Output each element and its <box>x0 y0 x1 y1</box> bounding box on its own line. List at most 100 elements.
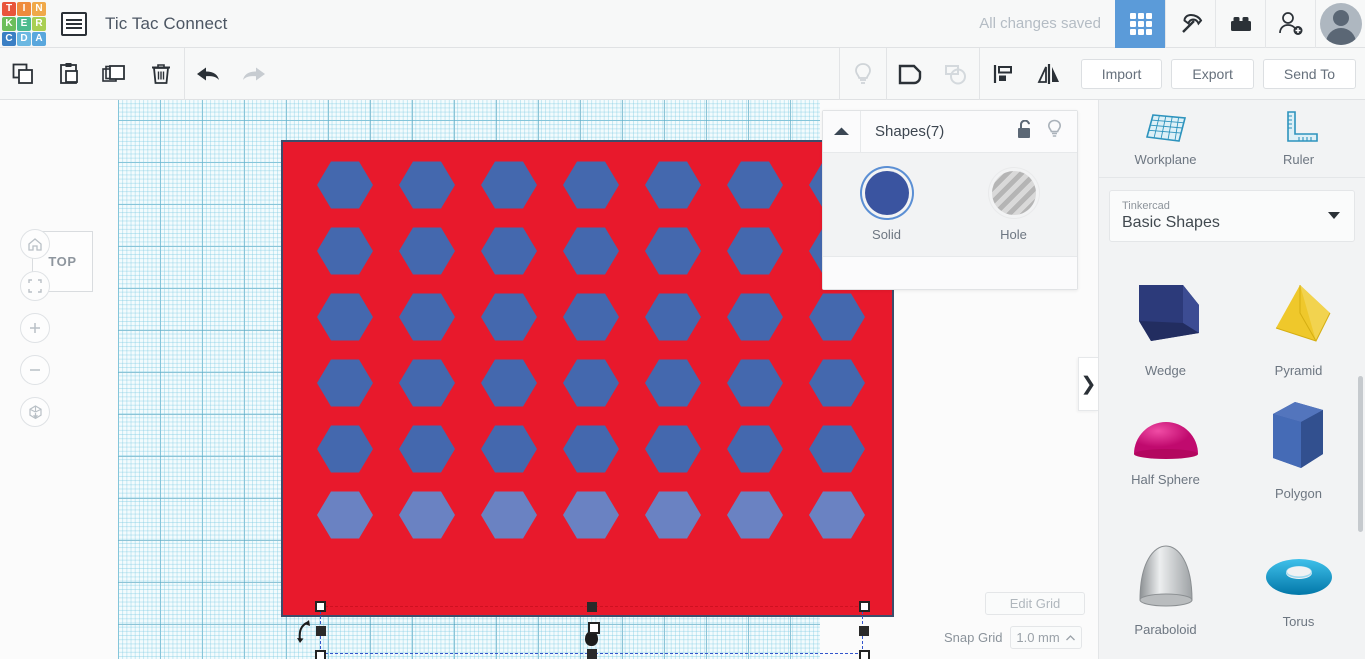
hexagon-cell[interactable] <box>399 160 455 210</box>
hexagon-cell[interactable] <box>563 358 619 408</box>
hexagon-cell[interactable] <box>399 358 455 408</box>
hexagon-cell[interactable] <box>727 226 783 276</box>
hexagon-cell[interactable] <box>399 292 455 342</box>
shape-polygon[interactable]: Polygon <box>1232 378 1365 518</box>
ruler-tool[interactable]: Ruler <box>1232 100 1365 177</box>
hexagon-cell[interactable] <box>317 424 373 474</box>
list-icon[interactable] <box>61 12 87 36</box>
hexagon-cell[interactable] <box>727 424 783 474</box>
apps-grid-icon[interactable] <box>1115 0 1165 48</box>
hexagon-cell[interactable] <box>563 160 619 210</box>
hexagon-cell[interactable] <box>645 424 701 474</box>
undo-icon[interactable] <box>185 48 231 100</box>
export-button[interactable]: Export <box>1171 59 1253 89</box>
chevron-up-icon <box>1066 635 1075 641</box>
red-board[interactable] <box>281 140 894 617</box>
avatar[interactable] <box>1315 0 1365 48</box>
shape-paraboloid[interactable]: Paraboloid <box>1099 518 1232 658</box>
hexagon-cell[interactable] <box>645 292 701 342</box>
duplicate-icon[interactable] <box>92 48 138 100</box>
zoom-out-icon[interactable] <box>20 355 50 385</box>
hexagon-cell[interactable] <box>317 358 373 408</box>
hexagon-cell[interactable] <box>399 226 455 276</box>
delete-icon[interactable] <box>138 48 184 100</box>
zoom-in-icon[interactable] <box>20 313 50 343</box>
hexagon-cell[interactable] <box>481 292 537 342</box>
collapse-triangle-icon[interactable] <box>823 111 861 153</box>
height-handle-square[interactable] <box>588 622 600 634</box>
hexagon-cell[interactable] <box>481 424 537 474</box>
hexagon-cell[interactable] <box>727 292 783 342</box>
ungroup-icon[interactable] <box>933 48 979 100</box>
hexagon-cell[interactable] <box>563 424 619 474</box>
tinkercad-logo[interactable]: TINKERCDA <box>1 1 47 47</box>
shape-library-scrollbar[interactable] <box>1358 376 1363 532</box>
hexagon-cell[interactable] <box>563 226 619 276</box>
resize-handle-right-mid[interactable] <box>859 626 869 636</box>
history-tools <box>185 48 277 100</box>
lightbulb-icon[interactable] <box>840 48 886 100</box>
top-bar: TINKERCDA Tic Tac Connect All changes sa… <box>0 0 1365 48</box>
fit-to-view-icon[interactable] <box>20 271 50 301</box>
align-icon[interactable] <box>980 48 1026 100</box>
solid-swatch[interactable]: Solid <box>842 171 932 242</box>
redo-icon[interactable] <box>231 48 277 100</box>
shape-half-sphere[interactable]: Half Sphere <box>1099 378 1232 518</box>
resize-handle-bottom-left[interactable] <box>315 650 326 659</box>
shape-torus[interactable]: Torus <box>1232 518 1365 658</box>
paste-icon[interactable] <box>46 48 92 100</box>
workplane-tool[interactable]: Workplane <box>1099 100 1232 177</box>
shape-pyramid[interactable]: Pyramid <box>1232 260 1365 378</box>
unlock-icon[interactable] <box>1017 120 1034 144</box>
lightbulb-icon[interactable] <box>1046 119 1063 144</box>
hexagon-cell[interactable] <box>481 226 537 276</box>
hexagon-cell[interactable] <box>317 160 373 210</box>
edit-grid-button[interactable]: Edit Grid <box>985 592 1085 615</box>
snap-grid-select[interactable]: 1.0 mm <box>1010 626 1082 649</box>
copy-icon[interactable] <box>0 48 46 100</box>
hexagon-cell[interactable] <box>563 490 619 540</box>
add-person-icon[interactable] <box>1265 0 1315 48</box>
home-view-icon[interactable] <box>20 229 50 259</box>
hexagon-cell[interactable] <box>645 358 701 408</box>
send-to-button[interactable]: Send To <box>1263 59 1356 89</box>
hexagon-cell[interactable] <box>481 358 537 408</box>
minecraft-pickaxe-icon[interactable] <box>1165 0 1215 48</box>
lego-brick-icon[interactable] <box>1215 0 1265 48</box>
panel-collapse-chevron-icon[interactable]: ❯ <box>1078 357 1098 411</box>
shape-library-grid[interactable]: Wedge Pyramid <box>1099 260 1365 659</box>
workplane-grid[interactable] <box>118 100 820 659</box>
resize-handle-top-right[interactable] <box>859 601 870 612</box>
group-icon[interactable] <box>887 48 933 100</box>
hexagon-cell[interactable] <box>481 160 537 210</box>
import-button[interactable]: Import <box>1081 59 1163 89</box>
hexagon-cell[interactable] <box>481 490 537 540</box>
resize-handle-bottom-right[interactable] <box>859 650 870 659</box>
hexagon-cell[interactable] <box>809 490 865 540</box>
shape-library-select[interactable]: Tinkercad Basic Shapes <box>1109 190 1355 242</box>
hexagon-cell[interactable] <box>727 358 783 408</box>
mirror-icon[interactable] <box>1026 48 1072 100</box>
orthographic-toggle-icon[interactable] <box>20 397 50 427</box>
hole-swatch[interactable]: Hole <box>969 171 1059 242</box>
hexagon-cell[interactable] <box>727 490 783 540</box>
resize-handle-bottom-mid[interactable] <box>587 649 597 659</box>
hexagon-cell[interactable] <box>317 490 373 540</box>
hexagon-cell[interactable] <box>727 160 783 210</box>
hexagon-cell[interactable] <box>645 226 701 276</box>
hexagon-cell[interactable] <box>809 358 865 408</box>
shape-wedge[interactable]: Wedge <box>1099 260 1232 378</box>
hexagon-cell[interactable] <box>645 490 701 540</box>
hexagon-cell[interactable] <box>563 292 619 342</box>
resize-handle-top-mid[interactable] <box>587 602 597 612</box>
hexagon-cell[interactable] <box>317 226 373 276</box>
selection-bounding-box[interactable] <box>320 606 863 654</box>
hexagon-cell[interactable] <box>645 160 701 210</box>
hexagon-cell[interactable] <box>399 424 455 474</box>
hexagon-cell[interactable] <box>399 490 455 540</box>
hexagon-cell[interactable] <box>809 424 865 474</box>
resize-handle-top-left[interactable] <box>315 601 326 612</box>
hexagon-cell[interactable] <box>317 292 373 342</box>
hexagon-cell[interactable] <box>809 292 865 342</box>
resize-handle-left-mid[interactable] <box>316 626 326 636</box>
